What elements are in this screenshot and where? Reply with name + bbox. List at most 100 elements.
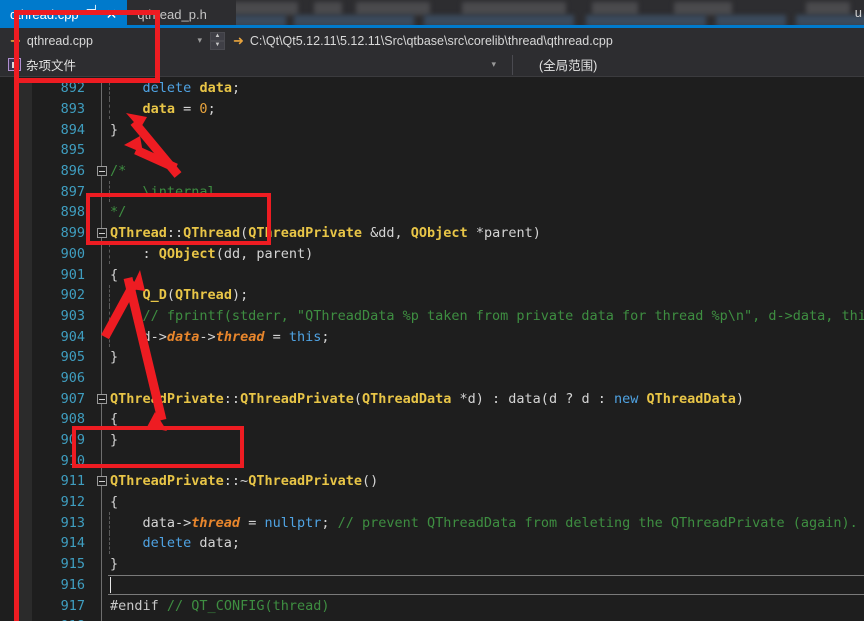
line-number: 907	[60, 390, 85, 407]
line-number: 909	[60, 432, 85, 449]
text-cursor	[110, 576, 111, 593]
code-token: delete	[142, 535, 192, 552]
line-number: 904	[60, 328, 85, 345]
line-number: 893	[60, 101, 85, 118]
line-number: 912	[60, 494, 85, 511]
file-path-display: ➜ C:\Qt\Qt5.12.11\5.12.11\Src\qtbase\src…	[233, 34, 613, 48]
code-line[interactable]: 895	[0, 140, 864, 161]
tab-qthread-cpp[interactable]: qthread.cpp ✕	[0, 0, 128, 28]
code-line[interactable]: 914 delete data;	[0, 533, 864, 554]
code-line-text[interactable]: \internal	[110, 184, 864, 200]
code-line[interactable]: 900 : QObject(dd, parent)	[0, 243, 864, 265]
code-line-text[interactable]: Q_D(QThread);	[110, 287, 864, 303]
code-line-text[interactable]: #endif // QT_CONFIG(thread)	[110, 598, 864, 614]
code-line[interactable]: 912 {	[0, 492, 864, 513]
file-selector-combo[interactable]: ➜ qthread.cpp ▾	[6, 30, 208, 51]
code-token: QObject	[158, 245, 216, 262]
code-token: #endif	[110, 597, 159, 614]
code-token: ::	[166, 225, 184, 242]
line-number: 902	[60, 287, 85, 304]
line-number: 894	[60, 121, 85, 138]
spinner-down-icon[interactable]: ▼	[210, 40, 225, 50]
code-line-text[interactable]: data = 0;	[110, 101, 864, 117]
vs-editor-window: qthread.cpp ✕ qthread_p.h u ➜ qthread.cp…	[0, 0, 864, 621]
code-line[interactable]: 913 data->thread = nullptr; // prevent Q…	[0, 512, 864, 534]
fold-box-icon[interactable]	[96, 476, 107, 487]
code-line[interactable]: 898 */	[0, 202, 864, 223]
code-line[interactable]: 899 QThread::QThread(QThreadPrivate &dd, …	[0, 223, 864, 244]
member-scope-combo[interactable]: (全局范围)	[512, 54, 852, 75]
code-line-text[interactable]: {	[110, 411, 864, 427]
code-token: this	[288, 328, 322, 345]
project-scope-combo[interactable]: 杂项文件 ▾	[0, 55, 504, 75]
code-line[interactable]: 905}	[0, 347, 864, 368]
code-line[interactable]: 907 QThreadPrivate::QThreadPrivate(QThrea…	[0, 388, 864, 409]
code-token: ;	[321, 514, 338, 531]
code-line[interactable]: 908 {	[0, 409, 864, 430]
fold-box-icon[interactable]	[96, 393, 107, 404]
code-line-text[interactable]: {	[110, 494, 864, 510]
code-line[interactable]: 915}	[0, 554, 864, 575]
fold-collapse-icon[interactable]	[93, 393, 110, 404]
code-line[interactable]: 892 delete data;	[0, 78, 864, 99]
code-line-text[interactable]: // fprintf(stderr, "QThreadData %p taken…	[110, 308, 864, 324]
code-token: QThreadData	[362, 390, 452, 407]
line-number: 917	[60, 597, 85, 614]
close-icon[interactable]: ✕	[104, 7, 120, 21]
indent-guide	[109, 533, 110, 554]
code-line-text[interactable]: QThreadPrivate::~QThreadPrivate()	[110, 473, 864, 489]
code-token: {	[110, 494, 119, 511]
fold-collapse-icon[interactable]	[93, 166, 110, 177]
pin-icon[interactable]	[86, 4, 98, 20]
code-line[interactable]: 916	[0, 574, 864, 596]
code-line-text[interactable]: */	[110, 204, 864, 220]
spinner-up-icon[interactable]: ▲	[210, 31, 225, 41]
code-line-text[interactable]: delete data;	[110, 80, 864, 96]
code-line[interactable]: 896 /*	[0, 161, 864, 182]
code-token: }	[110, 121, 119, 138]
code-line-text[interactable]: QThreadPrivate::QThreadPrivate(QThreadDa…	[110, 391, 864, 407]
fold-box-icon[interactable]	[96, 166, 107, 177]
code-line[interactable]: 893 data = 0;	[0, 98, 864, 120]
code-editor[interactable]: 892 delete data; 893 data = 0; 894} 895 896/…	[0, 78, 864, 621]
code-token: /*	[110, 163, 127, 180]
code-line-text[interactable]: QThread::QThread(QThreadPrivate &dd, QOb…	[110, 225, 864, 241]
code-line[interactable]: 894}	[0, 119, 864, 140]
code-line-text[interactable]: }	[110, 349, 864, 365]
code-line[interactable]: 901 {	[0, 264, 864, 285]
code-line-text[interactable]: d->data->thread = this;	[110, 329, 864, 345]
line-number: 905	[60, 349, 85, 366]
fold-box-icon[interactable]	[96, 228, 107, 239]
code-token: (dd, parent)	[215, 245, 314, 262]
code-line[interactable]: 918	[0, 616, 864, 621]
code-line[interactable]: 909}	[0, 430, 864, 451]
tab-qthread-p-h[interactable]: qthread_p.h	[127, 0, 222, 28]
code-line-text[interactable]: }	[110, 122, 864, 138]
code-token: ;	[207, 101, 216, 118]
fold-collapse-icon[interactable]	[93, 476, 110, 487]
code-line-text[interactable]: delete data;	[110, 535, 864, 551]
code-line-text[interactable]: data->thread = nullptr; // prevent QThre…	[110, 515, 864, 531]
code-line[interactable]: 904 d->data->thread = this;	[0, 326, 864, 347]
code-line[interactable]: 906	[0, 368, 864, 389]
code-line[interactable]: 917 #endif // QT_CONFIG(thread)	[0, 595, 864, 616]
fold-collapse-icon[interactable]	[93, 228, 110, 239]
code-line[interactable]: 910	[0, 450, 864, 471]
code-token: );	[231, 287, 249, 304]
code-line-text[interactable]: /*	[110, 163, 864, 179]
code-line-text[interactable]: }	[110, 432, 864, 448]
code-line[interactable]: 911 QThreadPrivate::~QThreadPrivate()	[0, 471, 864, 492]
chevron-down-icon[interactable]: ▾	[491, 59, 496, 70]
code-line[interactable]: 902 Q_D(QThread);	[0, 284, 864, 306]
code-line[interactable]: 897 \internal	[0, 181, 864, 203]
code-line-text[interactable]: : QObject(dd, parent)	[110, 246, 864, 262]
code-line-text[interactable]: {	[110, 267, 864, 283]
code-line[interactable]: 903 // fprintf(stderr, "QThreadData %p t…	[0, 305, 864, 327]
nav-spinner[interactable]: ▲ ▼	[210, 30, 225, 51]
chevron-down-icon[interactable]: ▾	[197, 35, 202, 46]
file-path-value: C:\Qt\Qt5.12.11\5.12.11\Src\qtbase\src\c…	[249, 33, 613, 48]
code-line-text[interactable]: }	[110, 556, 864, 572]
